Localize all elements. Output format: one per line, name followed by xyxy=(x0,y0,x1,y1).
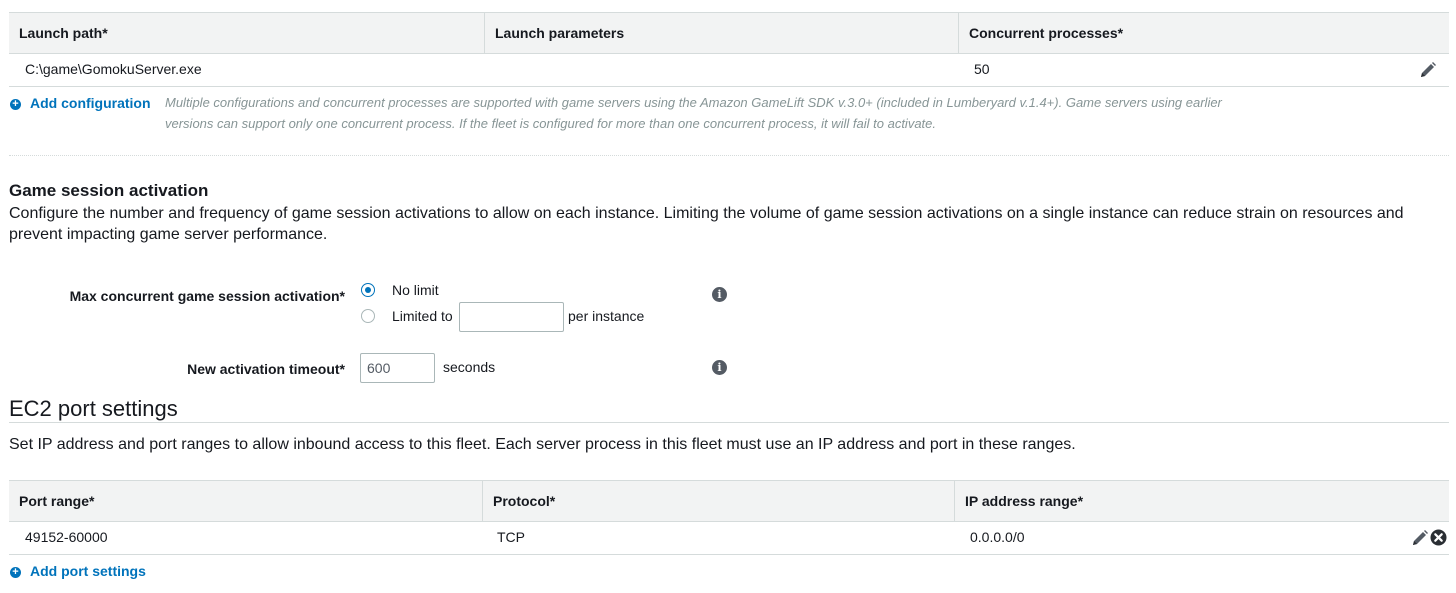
no-limit-radio[interactable] xyxy=(361,283,375,297)
table-row: 49152-60000 TCP 0.0.0.0/0 xyxy=(9,521,1449,555)
plus-circle-icon: + xyxy=(10,99,21,110)
port-settings-table-header: Port range* Protocol* IP address range* xyxy=(9,480,1449,522)
limited-to-input[interactable] xyxy=(459,302,564,332)
plus-circle-icon: + xyxy=(10,567,21,578)
column-header-concurrent-processes: Concurrent processes* xyxy=(958,13,1449,53)
limited-to-radio[interactable] xyxy=(361,309,375,323)
port-settings-table: Port range* Protocol* IP address range* … xyxy=(9,480,1449,555)
remove-circle-icon[interactable] xyxy=(1430,529,1447,546)
column-header-protocol: Protocol* xyxy=(482,481,954,521)
add-configuration-link[interactable]: + Add configuration xyxy=(10,95,151,111)
description-line-1: Configure the number and frequency of ga… xyxy=(9,205,1404,222)
activation-timeout-input[interactable] xyxy=(360,353,435,383)
pencil-icon[interactable] xyxy=(1411,529,1429,547)
add-port-settings-label: Add port settings xyxy=(30,563,146,579)
ec2-title-divider xyxy=(9,422,1449,423)
per-instance-label: per instance xyxy=(568,308,645,324)
protocol-cell: TCP xyxy=(497,529,525,545)
launch-config-table: Launch path* Launch parameters Concurren… xyxy=(9,12,1449,87)
launch-config-table-header: Launch path* Launch parameters Concurren… xyxy=(9,12,1449,54)
port-range-cell: 49152-60000 xyxy=(25,529,108,545)
game-session-activation-description: Configure the number and frequency of ga… xyxy=(9,203,1449,245)
description-line-2: prevent impacting game server performanc… xyxy=(9,226,328,243)
configuration-note-line-1: Multiple configurations and concurrent p… xyxy=(165,95,1222,110)
pencil-icon[interactable] xyxy=(1419,61,1437,79)
column-header-launch-path: Launch path* xyxy=(19,25,108,41)
add-port-settings-link[interactable]: + Add port settings xyxy=(10,563,146,579)
activation-timeout-label: New activation timeout* xyxy=(187,361,345,377)
ec2-port-settings-description: Set IP address and port ranges to allow … xyxy=(9,436,1076,453)
configuration-note: Multiple configurations and concurrent p… xyxy=(165,92,1365,134)
seconds-label: seconds xyxy=(443,359,496,375)
info-icon[interactable]: i xyxy=(712,287,727,302)
concurrent-processes-cell: 50 xyxy=(974,61,990,77)
column-header-port-range: Port range* xyxy=(19,493,95,509)
launch-path-cell: C:\game\GomokuServer.exe xyxy=(25,61,202,77)
add-configuration-label: Add configuration xyxy=(30,95,151,111)
no-limit-option-label: No limit xyxy=(392,282,439,298)
configuration-note-line-2: versions can support only one concurrent… xyxy=(165,116,936,131)
column-header-launch-parameters: Launch parameters xyxy=(484,13,958,53)
limited-to-option-label: Limited to xyxy=(392,308,453,324)
game-session-activation-title: Game session activation xyxy=(9,181,209,200)
max-concurrent-activation-label: Max concurrent game session activation* xyxy=(69,288,345,304)
info-icon[interactable]: i xyxy=(712,360,727,375)
section-divider xyxy=(9,155,1449,156)
ip-range-cell: 0.0.0.0/0 xyxy=(970,529,1025,545)
column-header-ip-address-range: IP address range* xyxy=(954,481,1449,521)
table-row: C:\game\GomokuServer.exe 50 xyxy=(9,53,1449,87)
ec2-port-settings-title: EC2 port settings xyxy=(9,396,178,421)
